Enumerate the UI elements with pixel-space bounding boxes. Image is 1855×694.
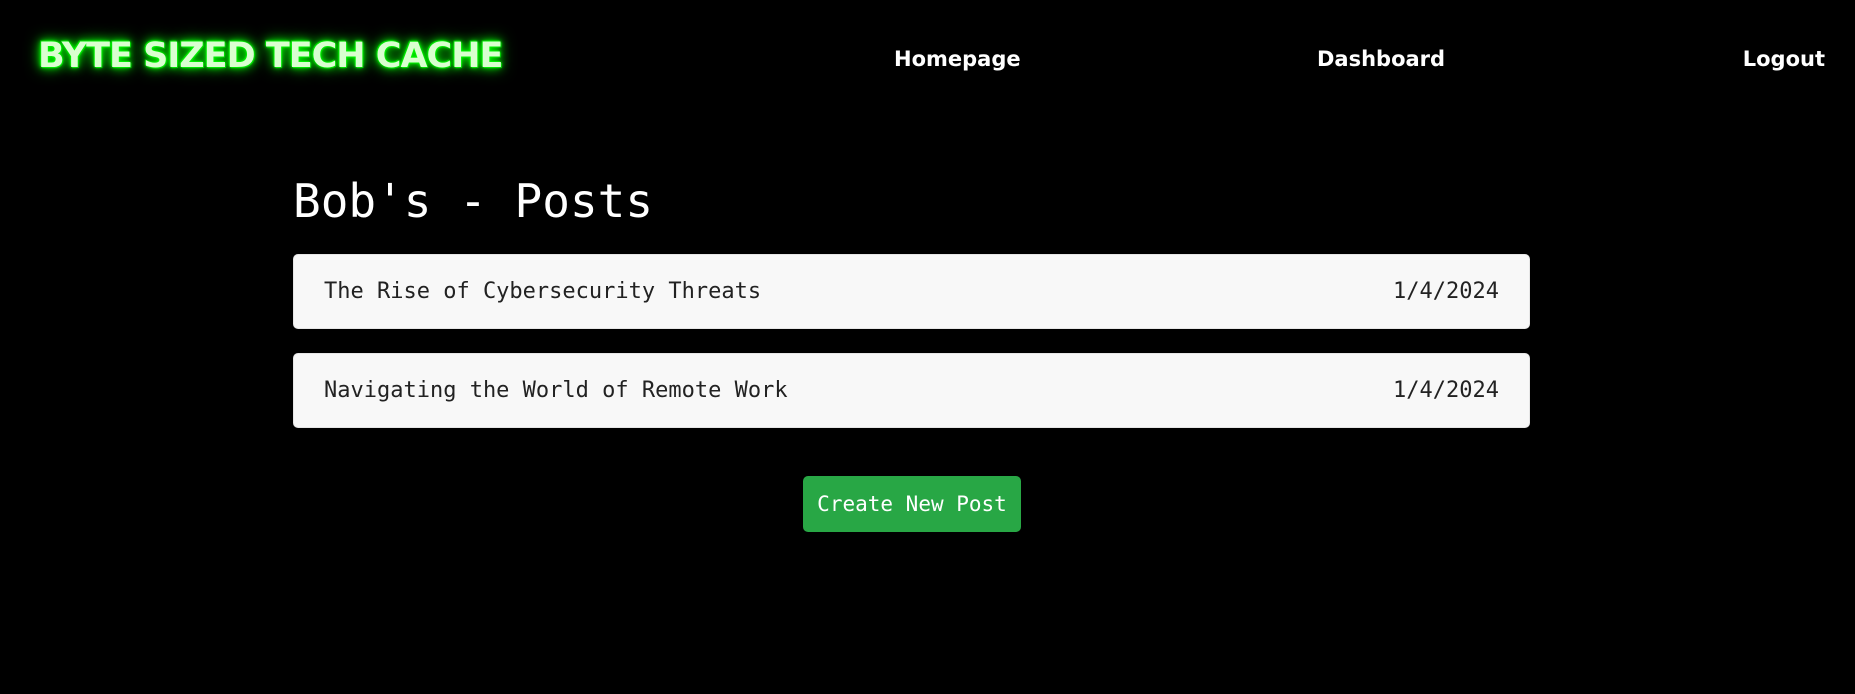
nav-logout-link[interactable]: Logout xyxy=(1743,47,1825,71)
page-title: Bob's - Posts xyxy=(293,174,654,228)
post-list: The Rise of Cybersecurity Threats 1/4/20… xyxy=(293,254,1530,428)
post-title: The Rise of Cybersecurity Threats xyxy=(324,279,762,304)
post-date: 1/4/2024 xyxy=(1393,378,1499,403)
post-card[interactable]: The Rise of Cybersecurity Threats 1/4/20… xyxy=(293,254,1530,329)
post-title: Navigating the World of Remote Work xyxy=(324,378,788,403)
post-date: 1/4/2024 xyxy=(1393,279,1499,304)
create-new-post-button[interactable]: Create New Post xyxy=(803,476,1021,532)
nav-dashboard-link[interactable]: Dashboard xyxy=(1317,47,1445,71)
post-card[interactable]: Navigating the World of Remote Work 1/4/… xyxy=(293,353,1530,428)
site-logo[interactable]: BYTE SIZED TECH CACHE xyxy=(38,36,503,76)
nav-homepage-link[interactable]: Homepage xyxy=(894,47,1021,71)
dashboard-main: Bob's - Posts The Rise of Cybersecurity … xyxy=(293,170,1530,452)
site-header: BYTE SIZED TECH CACHE Homepage Dashboard… xyxy=(0,0,1855,120)
